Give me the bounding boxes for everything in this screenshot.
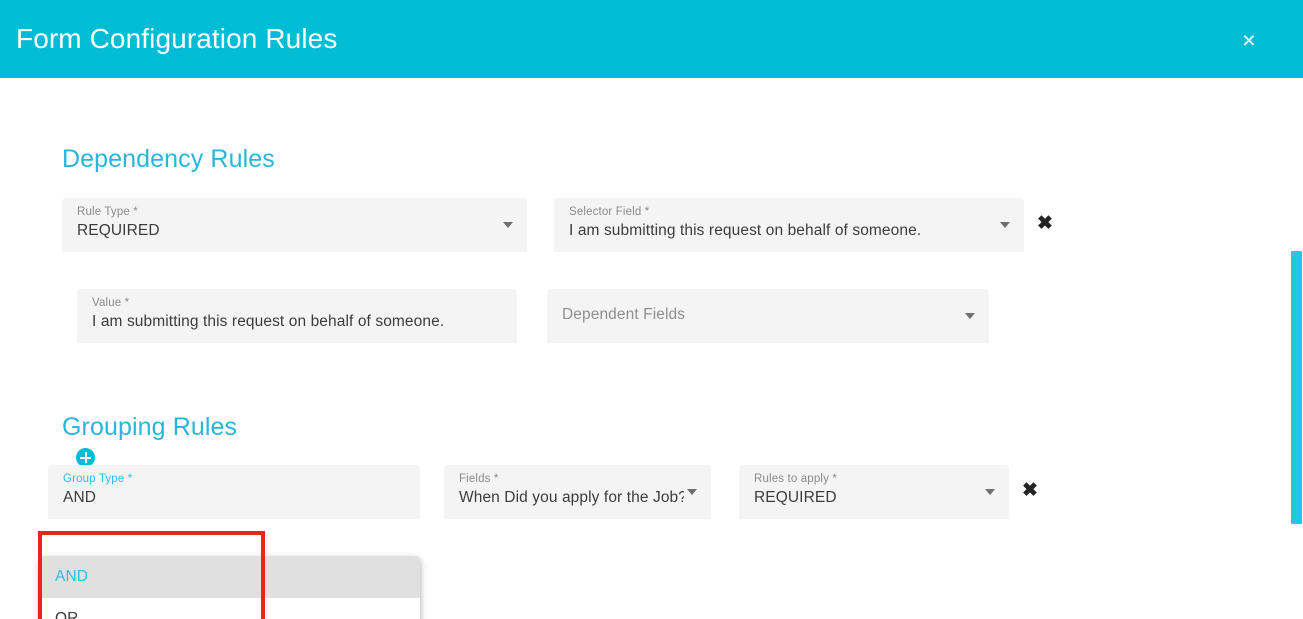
rules-to-apply-value: REQUIRED xyxy=(754,489,837,506)
page-title: Form Configuration Rules xyxy=(16,23,338,54)
group-type-options-panel: AND OR xyxy=(40,556,420,619)
option-or[interactable]: OR xyxy=(40,598,420,619)
fields-label: Fields * xyxy=(459,473,499,485)
option-and-label: AND xyxy=(55,568,89,585)
chevron-down-icon xyxy=(985,489,995,495)
option-and[interactable]: AND xyxy=(40,556,420,598)
fields-value: When Did you apply for the Job?, … xyxy=(459,489,684,506)
scrollbar-track[interactable] xyxy=(1288,156,1303,619)
rules-to-apply-label: Rules to apply * xyxy=(754,473,837,485)
dependency-rules-heading: Dependency Rules xyxy=(62,145,275,173)
close-icon[interactable]: × xyxy=(1235,26,1263,54)
remove-dependency-rule-button[interactable]: ✖ xyxy=(1037,214,1053,233)
chevron-down-icon xyxy=(687,489,697,495)
value-field-label: Value * xyxy=(92,297,130,309)
chevron-down-icon xyxy=(503,222,513,228)
rule-type-select[interactable]: Rule Type * REQUIRED xyxy=(62,198,527,252)
selector-field-label: Selector Field * xyxy=(569,206,650,218)
scrollbar-thumb[interactable] xyxy=(1291,251,1302,524)
option-or-label: OR xyxy=(55,610,79,619)
chevron-down-icon xyxy=(1000,222,1010,228)
dependent-fields-placeholder: Dependent Fields xyxy=(562,306,686,323)
value-field-value: I am submitting this request on behalf o… xyxy=(92,313,445,330)
selector-field-select[interactable]: Selector Field * I am submitting this re… xyxy=(554,198,1024,252)
grouping-rules-heading: Grouping Rules xyxy=(62,413,238,441)
group-type-select[interactable]: Group Type * AND xyxy=(48,465,420,519)
fields-select[interactable]: Fields * When Did you apply for the Job?… xyxy=(444,465,711,519)
rule-type-label: Rule Type * xyxy=(77,206,138,218)
group-type-value: AND xyxy=(63,489,97,506)
value-field[interactable]: Value * I am submitting this request on … xyxy=(77,289,517,343)
rule-type-value: REQUIRED xyxy=(77,222,160,239)
dependent-fields-select[interactable]: Dependent Fields xyxy=(547,289,989,343)
selector-field-value: I am submitting this request on behalf o… xyxy=(569,222,922,239)
dialog-body: Dependency Rules Rule Type * REQUIRED Se… xyxy=(0,78,1303,619)
remove-grouping-rule-button[interactable]: ✖ xyxy=(1022,481,1038,500)
dialog-header: Form Configuration Rules × xyxy=(0,0,1303,78)
chevron-down-icon xyxy=(965,313,975,319)
form-configuration-rules-dialog: Form Configuration Rules × Dependency Ru… xyxy=(0,0,1303,619)
rules-to-apply-select[interactable]: Rules to apply * REQUIRED xyxy=(739,465,1009,519)
group-type-label: Group Type * xyxy=(63,473,133,485)
